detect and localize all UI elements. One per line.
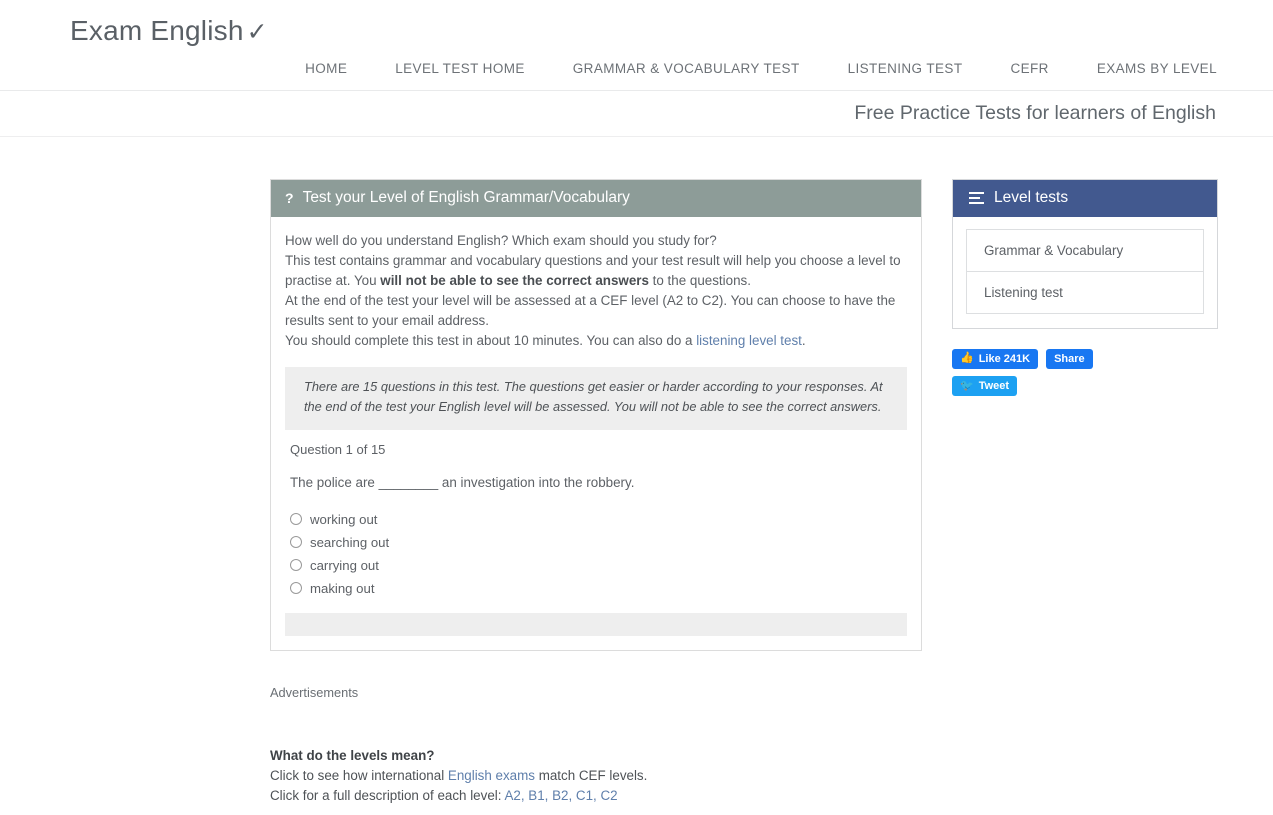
test-info-box: There are 15 questions in this test. The… <box>285 366 907 430</box>
answer-option-label: working out <box>310 511 378 527</box>
question-counter: Question 1 of 15 <box>290 441 386 457</box>
radio-button-icon[interactable] <box>290 536 302 549</box>
site-tagline: Free Practice Tests for learners of Engl… <box>854 101 1216 124</box>
main-navigation: HOME LEVEL TEST HOME GRAMMAR & VOCABULAR… <box>0 58 1273 91</box>
level-tests-header: Level tests <box>953 179 1217 217</box>
level-tests-box: Level tests Grammar & Vocabulary Listeni… <box>952 178 1218 329</box>
answer-option[interactable]: working out <box>290 508 921 531</box>
listening-level-test-link[interactable]: listening level test <box>696 333 802 348</box>
lower-content: Advertisements What do the levels mean? … <box>0 651 1273 806</box>
sidebar: Level tests Grammar & Vocabulary Listeni… <box>952 178 1218 397</box>
tweet-row: 🐦 Tweet <box>952 376 1152 397</box>
nav-home[interactable]: HOME <box>281 58 371 80</box>
radio-button-icon[interactable] <box>290 559 302 572</box>
intro-line-2-b: to the questions. <box>648 272 751 288</box>
quiz-panel-header: ? Test your Level of English Grammar/Voc… <box>271 179 921 217</box>
twitter-tweet-label: Tweet <box>978 380 1010 393</box>
facebook-share-button[interactable]: Share <box>1046 348 1093 369</box>
brand-text: Exam English <box>70 15 244 46</box>
answer-option[interactable]: searching out <box>290 531 921 554</box>
content-row: ? Test your Level of English Grammar/Voc… <box>0 137 1273 651</box>
answer-option[interactable]: carrying out <box>290 554 921 577</box>
site-header: Exam English ✓ HOME LEVEL TEST HOME GRAMM… <box>0 0 1273 137</box>
quiz-panel-title: Test your Level of English Grammar/Vocab… <box>302 189 630 207</box>
answer-option-label: searching out <box>310 534 390 550</box>
cef-level-links[interactable]: A2, B1, B2, C1, C2 <box>504 788 617 803</box>
nav-level-test-home[interactable]: LEVEL TEST HOME <box>371 58 549 80</box>
level-tests-list: Grammar & Vocabulary Listening test <box>966 228 1204 314</box>
intro-line-2-bold: will not be able to see the correct answ… <box>380 272 649 288</box>
intro-line-1: How well do you understand English? Whic… <box>285 232 717 248</box>
english-exams-link[interactable]: English exams <box>448 768 535 783</box>
levels-heading: What do the levels mean? <box>270 747 435 763</box>
nav-grammar-vocabulary-test[interactable]: GRAMMAR & VOCABULARY TEST <box>549 58 824 80</box>
facebook-share-label: Share <box>1054 352 1085 365</box>
intro-line-2: This test contains grammar and vocabular… <box>285 251 907 291</box>
nav-exams-by-level[interactable]: EXAMS BY LEVEL <box>1073 58 1217 80</box>
level-tests-title: Level tests <box>994 189 1069 207</box>
checkmark-icon: ✓ <box>246 18 268 46</box>
facebook-like-label: Like 241K <box>978 352 1031 365</box>
answer-options: working out searching out carrying out m… <box>290 508 921 600</box>
answer-option[interactable]: making out <box>290 577 921 600</box>
facebook-like-button[interactable]: 👍 Like 241K <box>952 348 1039 369</box>
question-mark-icon: ? <box>285 190 294 207</box>
intro-line-4-b: . <box>801 332 806 348</box>
sidebar-item-grammar-vocabulary[interactable]: Grammar & Vocabulary <box>967 230 1203 272</box>
levels-line-2-a: Click for a full description of each lev… <box>270 787 505 803</box>
social-buttons: 👍 Like 241K Share 🐦 Tweet <box>952 348 1152 397</box>
intro-line-3: At the end of the test your level will b… <box>285 292 896 328</box>
question-text: The police are ________ an investigation… <box>290 474 635 490</box>
tagline-bar: Free Practice Tests for learners of Engl… <box>0 91 1273 137</box>
levels-line-1: Click to see how international English e… <box>270 766 1273 786</box>
levels-line-2: Click for a full description of each lev… <box>270 786 1273 806</box>
site-brand[interactable]: Exam English ✓ <box>70 14 1273 48</box>
thumbs-up-icon: 👍 <box>960 352 974 365</box>
nav-listening-test[interactable]: LISTENING TEST <box>824 58 987 80</box>
advertisements-label: Advertisements <box>270 684 359 700</box>
answer-option-label: making out <box>310 580 375 596</box>
levels-line-1-b: match CEF levels. <box>534 767 648 783</box>
twitter-bird-icon: 🐦 <box>960 379 974 392</box>
sidebar-item-listening-test[interactable]: Listening test <box>967 272 1203 313</box>
levels-line-1-a: Click to see how international <box>270 767 448 783</box>
list-icon <box>969 192 984 205</box>
question-area: Question 1 of 15 The police are ________… <box>271 430 921 600</box>
intro-line-4-a: You should complete this test in about 1… <box>285 332 697 348</box>
twitter-tweet-button[interactable]: 🐦 Tweet <box>952 376 1018 397</box>
answer-option-label: carrying out <box>310 557 379 573</box>
levels-explanation: What do the levels mean? Click to see ho… <box>270 746 1273 806</box>
quiz-panel-body: How well do you understand English? Whic… <box>271 217 921 430</box>
intro-line-4: You should complete this test in about 1… <box>285 331 907 351</box>
radio-button-icon[interactable] <box>290 513 302 526</box>
quiz-panel: ? Test your Level of English Grammar/Voc… <box>270 178 922 651</box>
radio-button-icon[interactable] <box>290 582 302 595</box>
page-root: Exam English ✓ HOME LEVEL TEST HOME GRAMM… <box>0 0 1273 806</box>
quiz-footer-bar[interactable] <box>285 612 907 636</box>
nav-cefr[interactable]: CEFR <box>986 58 1072 80</box>
